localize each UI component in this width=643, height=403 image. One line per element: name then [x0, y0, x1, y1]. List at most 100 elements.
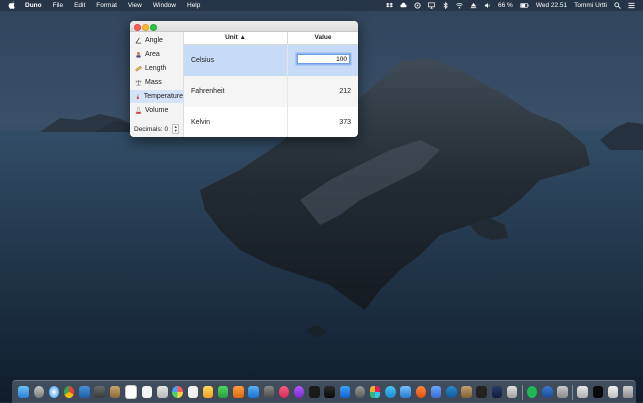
- apple-icon[interactable]: [8, 1, 16, 10]
- value-cell[interactable]: 373: [339, 107, 351, 137]
- slack-icon[interactable]: [370, 386, 381, 398]
- table-row[interactable]: Celsius: [184, 45, 358, 76]
- sidebar-item-volume[interactable]: Volume: [130, 104, 183, 117]
- dropbox-icon[interactable]: [385, 2, 393, 9]
- preview-icon[interactable]: [263, 386, 275, 398]
- close-button[interactable]: [134, 23, 141, 31]
- menu-window[interactable]: Window: [153, 2, 176, 9]
- dock-separator: [521, 384, 523, 400]
- title-bar[interactable]: [130, 21, 358, 32]
- swift-icon[interactable]: [415, 386, 427, 398]
- app-status-icon[interactable]: [414, 2, 421, 9]
- messages-icon[interactable]: [385, 386, 396, 398]
- column-divider: [287, 107, 288, 137]
- table-row[interactable]: Kelvin 373: [184, 107, 358, 137]
- app-store-icon[interactable]: [339, 386, 351, 398]
- stickies-icon[interactable]: [202, 386, 214, 398]
- console-icon[interactable]: [476, 386, 487, 398]
- sidebar-item-area[interactable]: Area: [130, 48, 183, 61]
- area-icon: [136, 51, 141, 58]
- spotlight-search-icon[interactable]: [614, 2, 621, 9]
- decimals-stepper[interactable]: ▲ ▼: [172, 124, 180, 134]
- maps-icon[interactable]: [157, 386, 168, 398]
- conversion-table: Unit ▲ Value Celsius Fahrenheit 212 Kelv…: [184, 32, 358, 137]
- pages-icon[interactable]: [233, 386, 244, 398]
- menubar-clock[interactable]: Wed 22.51: [536, 2, 567, 9]
- sidebar-item-length[interactable]: Length: [130, 62, 183, 75]
- ruler-icon: [135, 65, 142, 72]
- system-preferences-icon[interactable]: [354, 386, 366, 398]
- column-divider: [287, 45, 288, 76]
- menu-app-name[interactable]: Duno: [25, 2, 42, 9]
- stepper-down-icon[interactable]: ▼: [174, 129, 178, 133]
- menubar-user[interactable]: Tommi Urtti: [574, 2, 607, 9]
- notes-icon[interactable]: [109, 386, 121, 398]
- menu-view[interactable]: View: [128, 2, 142, 9]
- photos-icon[interactable]: [94, 386, 105, 398]
- launchpad-icon[interactable]: [33, 386, 45, 398]
- menu-format[interactable]: Format: [96, 2, 117, 9]
- documents-stack-icon[interactable]: [607, 386, 619, 398]
- vscode-icon[interactable]: [491, 386, 503, 398]
- menu-help[interactable]: Help: [187, 2, 200, 9]
- airplay-icon[interactable]: [428, 2, 435, 9]
- upload-icon[interactable]: [470, 2, 477, 9]
- dock: [12, 380, 636, 403]
- minimized-window-icon[interactable]: [592, 386, 604, 398]
- terminal-icon[interactable]: [324, 386, 335, 398]
- archive-icon[interactable]: [461, 386, 472, 398]
- sidebar-item-temperature[interactable]: Temperature: [130, 90, 183, 103]
- sidebar-item-mass[interactable]: Mass: [130, 76, 183, 89]
- value-cell[interactable]: 212: [339, 76, 351, 107]
- safari-icon[interactable]: [48, 386, 60, 398]
- table-header: Unit ▲ Value: [184, 32, 358, 45]
- downloads-stack-icon[interactable]: [577, 386, 588, 398]
- sidebar: Angle Area Length Mass Temperature Volum…: [130, 32, 184, 137]
- podcasts-icon[interactable]: [294, 386, 305, 398]
- reminders-icon[interactable]: [142, 386, 153, 398]
- disk-utility-icon[interactable]: [506, 386, 518, 398]
- stack-icon[interactable]: [557, 386, 568, 398]
- spotify-icon[interactable]: [526, 386, 538, 398]
- column-header-unit[interactable]: Unit ▲: [184, 32, 288, 44]
- wifi-icon[interactable]: [456, 2, 463, 9]
- 1password-icon[interactable]: [542, 386, 553, 398]
- minimize-button[interactable]: [142, 23, 149, 31]
- apple-tv-icon[interactable]: [309, 386, 320, 398]
- numbers-icon[interactable]: [218, 386, 229, 398]
- menu-file[interactable]: File: [53, 2, 63, 9]
- decimals-value: 0: [164, 125, 169, 133]
- sidebar-item-label: Temperature: [143, 93, 183, 100]
- sidebar-item-label: Mass: [145, 79, 162, 86]
- music-icon[interactable]: [278, 386, 290, 398]
- menu-edit[interactable]: Edit: [74, 2, 85, 9]
- battery-icon[interactable]: [520, 2, 529, 9]
- finder-icon[interactable]: [18, 386, 29, 398]
- menu-bar: Duno File Edit Format View Window Help 6…: [0, 0, 643, 11]
- trash-icon[interactable]: [623, 386, 634, 398]
- keynote-icon[interactable]: [248, 386, 259, 398]
- bluetooth-icon[interactable]: [442, 2, 449, 9]
- table-row[interactable]: Fahrenheit 212: [184, 76, 358, 107]
- value-input[interactable]: [297, 54, 350, 64]
- photos-app-icon[interactable]: [172, 386, 183, 398]
- unit-cell: Kelvin: [191, 119, 211, 126]
- cloud-icon[interactable]: [400, 2, 407, 9]
- flask-icon: [135, 107, 142, 114]
- network-icon[interactable]: [446, 386, 457, 398]
- unit-cell: Celsius: [191, 57, 214, 64]
- sidebar-item-angle[interactable]: Angle: [130, 34, 183, 47]
- notification-center-icon[interactable]: [628, 2, 635, 9]
- finder-folder-icon[interactable]: [430, 386, 442, 398]
- column-header-value[interactable]: Value: [288, 32, 358, 44]
- battery-percentage[interactable]: 66 %: [498, 2, 513, 9]
- textedit-icon[interactable]: [187, 386, 199, 398]
- decimals-label: Decimals:: [134, 125, 163, 133]
- xcode-icon[interactable]: [400, 386, 411, 398]
- volume-icon[interactable]: [484, 2, 491, 9]
- zoom-button[interactable]: [150, 23, 157, 31]
- sidebar-item-label: Length: [145, 65, 167, 72]
- mail-icon[interactable]: [79, 386, 90, 398]
- calendar-icon[interactable]: [124, 385, 138, 399]
- chrome-icon[interactable]: [64, 386, 75, 398]
